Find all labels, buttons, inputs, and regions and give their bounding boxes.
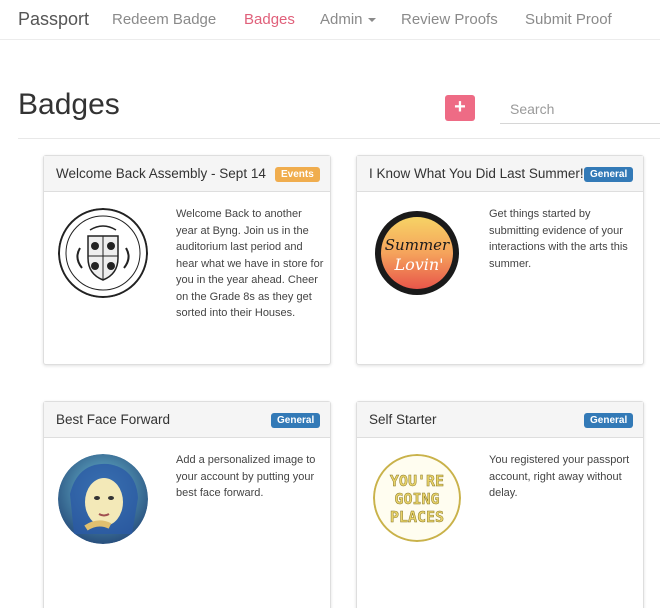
page-title: Badges [18, 88, 120, 121]
card-header: Best Face Forward General [44, 402, 330, 438]
badge-card-self-starter[interactable]: Self Starter General YOU'RE GOING PLACES… [356, 401, 644, 608]
category-label-events: Events [275, 167, 320, 182]
nav-item-review-proofs[interactable]: Review Proofs [401, 11, 498, 28]
lovin-text: Lovin' [393, 255, 443, 274]
portrait-icon [58, 454, 148, 544]
nav-item-redeem-badge[interactable]: Redeem Badge [112, 11, 216, 28]
youre-text: YOU'RE [390, 472, 444, 490]
badge-card-best-face-forward[interactable]: Best Face Forward General Add a personal… [43, 401, 331, 608]
search-input[interactable] [500, 94, 660, 124]
top-navbar: Passport Redeem Badge Badges Admin Revie… [0, 0, 660, 40]
category-label-general: General [584, 167, 634, 182]
going-text: GOING [394, 490, 439, 508]
nav-item-admin-dropdown[interactable]: Admin [320, 11, 376, 28]
nav-item-submit-proof[interactable]: Submit Proof [525, 11, 612, 28]
card-title: Welcome Back Assembly - Sept 14 [56, 166, 266, 181]
brand-link[interactable]: Passport [18, 9, 89, 30]
plus-icon: + [454, 96, 466, 118]
add-badge-button[interactable]: + [445, 95, 475, 121]
nav-item-badges[interactable]: Badges [244, 11, 295, 28]
card-title: I Know What You Did Last Summer! [369, 166, 584, 181]
youre-going-places-icon: YOU'RE GOING PLACES [373, 454, 461, 542]
nav-item-admin-label: Admin [320, 11, 363, 28]
summer-text: Summer [385, 236, 450, 254]
category-label-general: General [584, 413, 634, 428]
card-title: Self Starter [369, 412, 437, 427]
summer-lovin-icon: Summer Lovin' [374, 210, 460, 296]
card-title: Best Face Forward [56, 412, 171, 427]
header-divider [18, 138, 660, 139]
card-description: You registered your passport account, ri… [489, 454, 630, 499]
badge-card-welcome-back[interactable]: Welcome Back Assembly - Sept 14 Events W… [43, 155, 331, 365]
crest-icon [58, 208, 148, 298]
card-header: Welcome Back Assembly - Sept 14 Events [44, 156, 330, 192]
category-label-general: General [271, 413, 321, 428]
card-description: Welcome Back to another year at Byng. Jo… [176, 208, 324, 319]
badge-card-last-summer[interactable]: I Know What You Did Last Summer! General… [356, 155, 644, 365]
chevron-down-icon [367, 18, 376, 23]
places-text: PLACES [390, 508, 444, 526]
card-description: Add a personalized image to your account… [176, 454, 316, 499]
card-header: I Know What You Did Last Summer! General [357, 156, 643, 192]
card-header: Self Starter General [357, 402, 643, 438]
card-description: Get things started by submitting evidenc… [489, 208, 628, 270]
